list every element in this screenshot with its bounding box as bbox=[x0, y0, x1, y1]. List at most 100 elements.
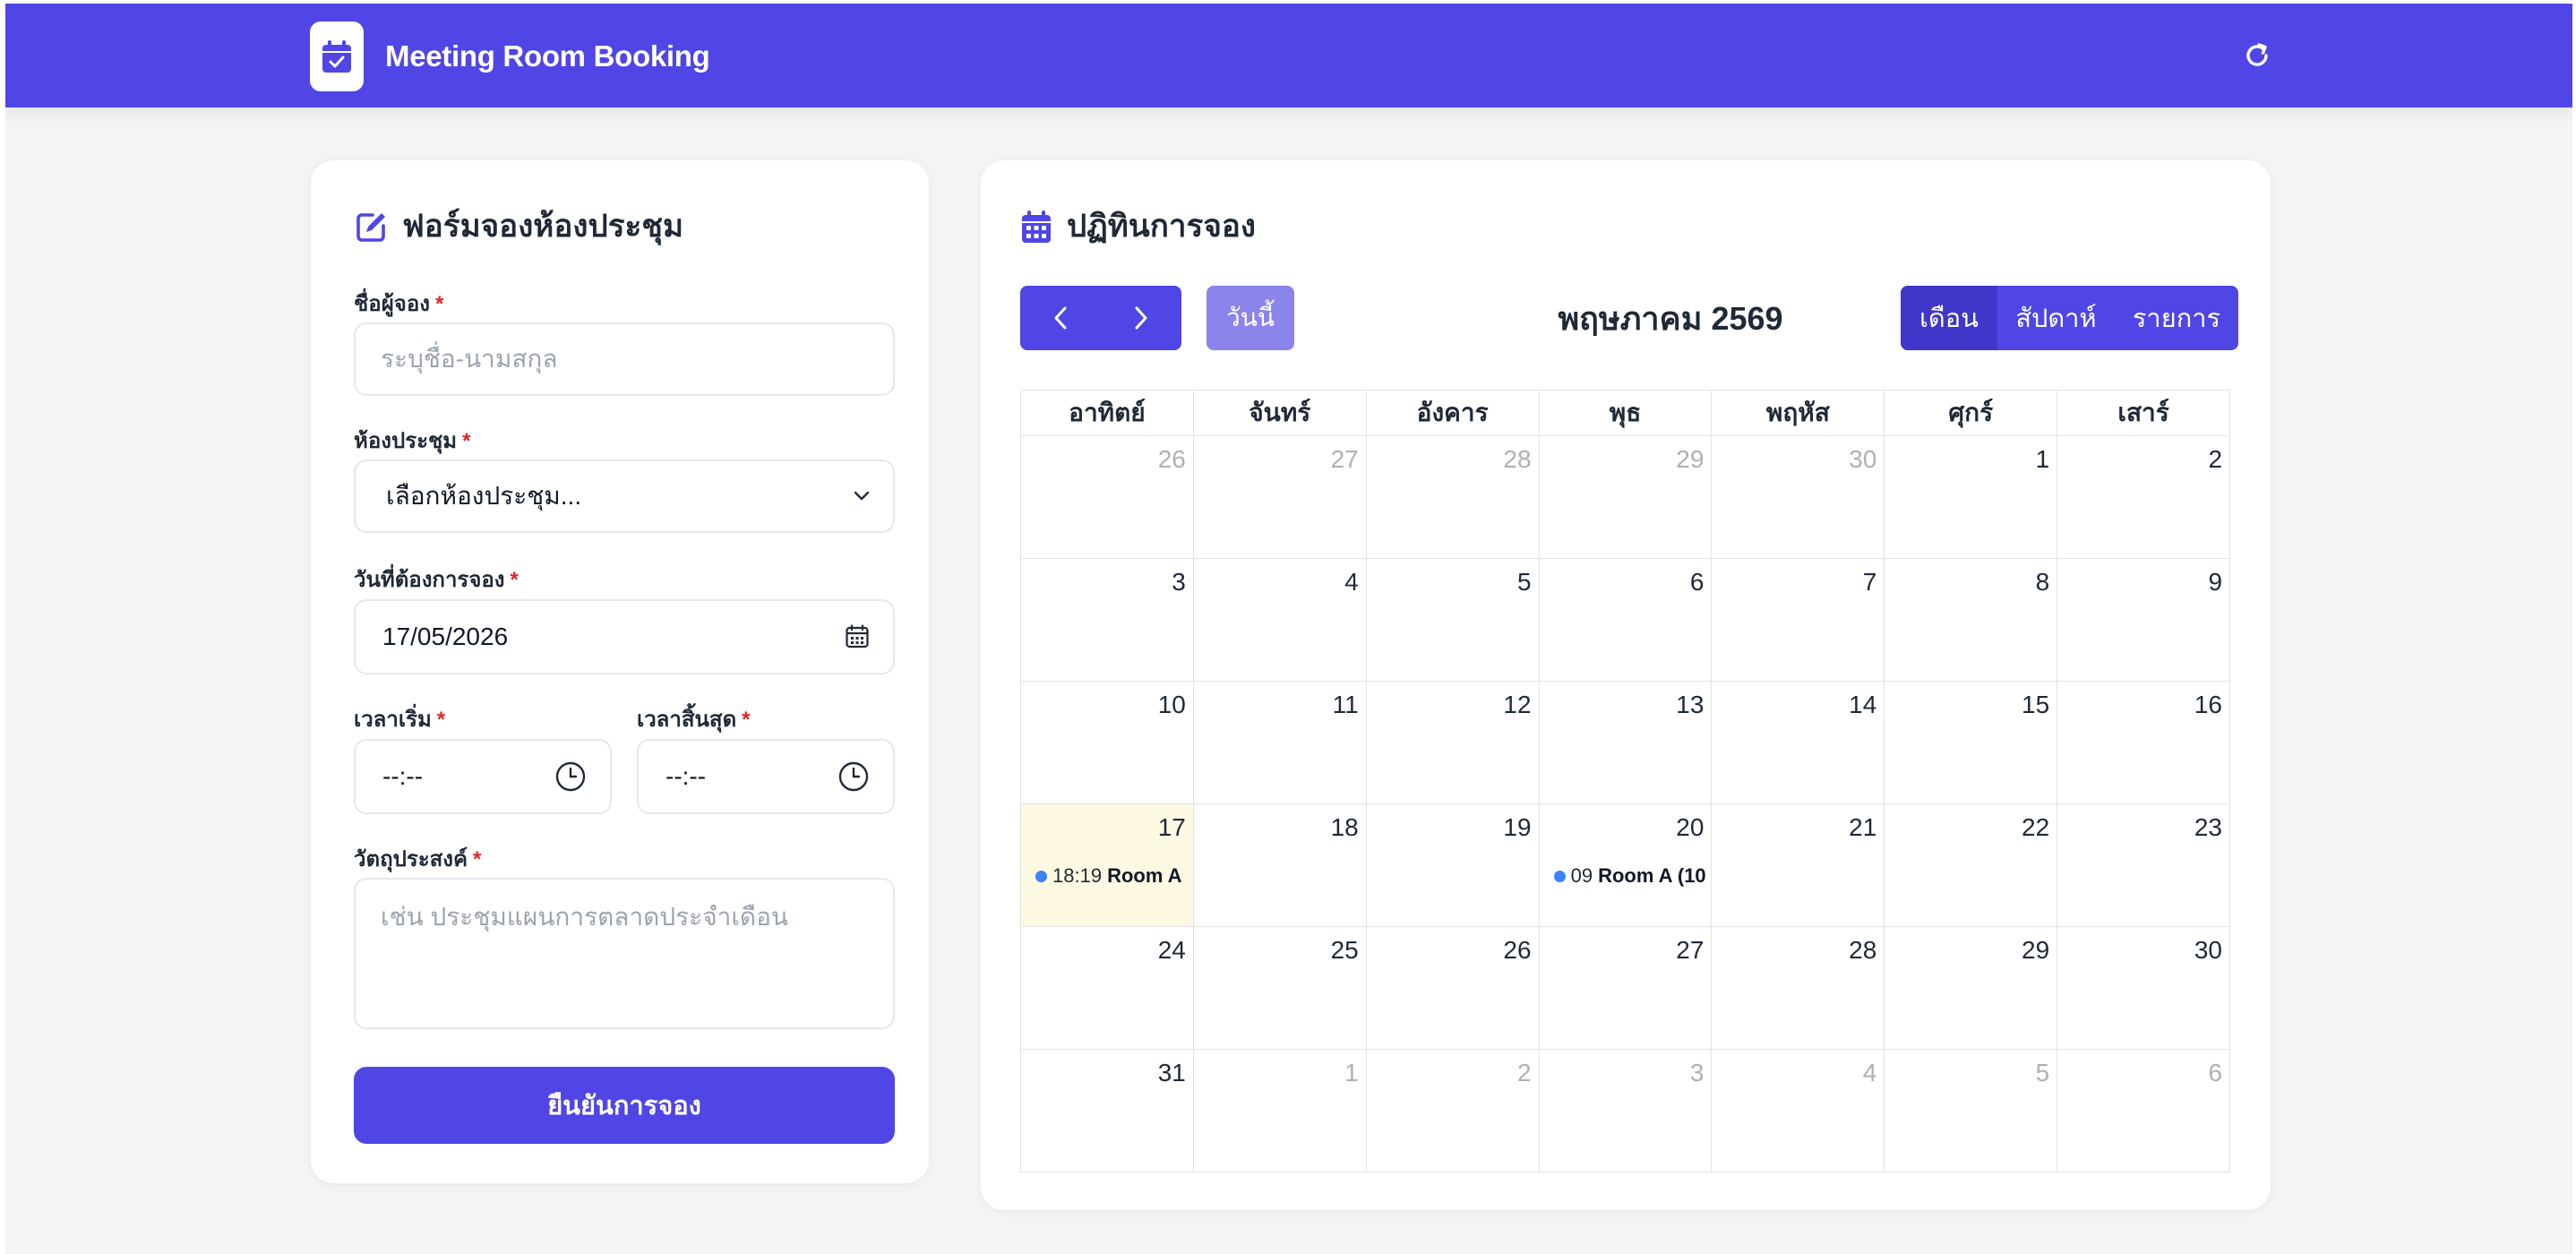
clock-icon[interactable] bbox=[554, 760, 587, 793]
day-cell[interactable]: 25 bbox=[1193, 927, 1367, 1050]
day-cell[interactable]: 8 bbox=[1885, 559, 2058, 682]
day-number: 6 bbox=[2208, 1059, 2223, 1087]
refresh-icon[interactable] bbox=[2237, 36, 2277, 75]
day-cell[interactable]: 16 bbox=[2057, 682, 2231, 804]
required-mark: * bbox=[473, 847, 482, 872]
day-number: 29 bbox=[1676, 445, 1704, 473]
start-time-label: เวลาเริ่ม * bbox=[354, 701, 445, 736]
edit-icon bbox=[354, 209, 390, 245]
room-select-value: เลือกห้องประชุม... bbox=[386, 482, 582, 510]
day-number: 2 bbox=[1517, 1059, 1532, 1087]
end-time-input[interactable]: --:-- bbox=[637, 739, 895, 814]
day-number: 30 bbox=[2194, 936, 2223, 964]
app-title: Meeting Room Booking bbox=[385, 39, 710, 73]
day-cell[interactable]: 26 bbox=[1021, 436, 1194, 559]
today-button[interactable]: วันนี้ bbox=[1206, 286, 1294, 350]
day-cell[interactable]: 3 bbox=[1539, 1050, 1713, 1172]
purpose-label: วัตถุประสงค์ * bbox=[354, 841, 481, 876]
calendar-event[interactable]: 09 Room A (10) bbox=[1553, 863, 1706, 889]
view-switcher: เดือน สัปดาห์ รายการ bbox=[1901, 286, 2238, 350]
end-time-label: เวลาสิ้นสุด * bbox=[637, 701, 751, 736]
clock-icon[interactable] bbox=[837, 760, 870, 793]
day-cell[interactable]: 29 bbox=[1539, 436, 1713, 559]
event-dot-icon bbox=[1035, 870, 1047, 882]
submit-booking-button[interactable]: ยืนยันการจอง bbox=[354, 1067, 895, 1144]
date-label-text: วันที่ต้องการจอง bbox=[354, 568, 505, 592]
day-number: 31 bbox=[1157, 1059, 1186, 1087]
day-cell[interactable]: 6 bbox=[1539, 559, 1713, 682]
booking-form-card: ฟอร์มจองห้องประชุม ชื่อผู้จอง * ระบุชื่อ-… bbox=[311, 160, 929, 1183]
start-time-input[interactable]: --:-- bbox=[354, 739, 612, 814]
day-cell[interactable]: 28 bbox=[1712, 927, 1885, 1050]
booker-name-input[interactable]: ระบุชื่อ-นามสกุล bbox=[354, 322, 895, 396]
day-cell[interactable]: 4 bbox=[1193, 559, 1367, 682]
room-label-text: ห้องประชุม bbox=[354, 429, 458, 453]
view-month-button[interactable]: เดือน bbox=[1901, 286, 1997, 350]
view-list-button[interactable]: รายการ bbox=[2115, 286, 2238, 350]
prev-month-button[interactable] bbox=[1020, 286, 1101, 350]
day-cell[interactable]: 3 bbox=[1021, 559, 1194, 682]
day-cell[interactable]: 11 bbox=[1193, 682, 1367, 804]
day-cell[interactable]: 21 bbox=[1712, 804, 1885, 927]
day-cell[interactable]: 30 bbox=[1712, 436, 1885, 559]
calendar-picker-icon[interactable] bbox=[845, 624, 870, 649]
end-time-value: --:-- bbox=[665, 762, 707, 790]
booker-label-text: ชื่อผู้จอง bbox=[354, 292, 430, 316]
day-cell[interactable]: 1 bbox=[1885, 436, 2058, 559]
event-time: 09 bbox=[1570, 864, 1593, 887]
day-cell-today[interactable]: 17 18:19Room A (10) bbox=[1021, 804, 1194, 927]
date-input[interactable]: 17/05/2026 bbox=[354, 599, 895, 674]
day-cell[interactable]: 10 bbox=[1021, 682, 1194, 804]
day-cell[interactable]: 9 bbox=[2057, 559, 2231, 682]
calendar-event[interactable]: 18:19Room A (10) bbox=[1035, 863, 1188, 889]
day-cell[interactable]: 5 bbox=[1366, 559, 1540, 682]
day-cell[interactable]: 1 bbox=[1193, 1050, 1367, 1172]
day-cell[interactable]: 24 bbox=[1021, 927, 1194, 1050]
day-cell[interactable]: 23 bbox=[2057, 804, 2231, 927]
day-cell[interactable]: 13 bbox=[1539, 682, 1713, 804]
room-select[interactable]: เลือกห้องประชุม... bbox=[354, 460, 895, 533]
form-title: ฟอร์มจองห้องประชุม bbox=[354, 202, 683, 251]
day-cell[interactable]: 30 bbox=[2057, 927, 2231, 1050]
day-cell[interactable]: 18 bbox=[1193, 804, 1367, 927]
day-cell[interactable]: 12 bbox=[1366, 682, 1540, 804]
day-cell[interactable]: 2 bbox=[1366, 1050, 1540, 1172]
day-cell[interactable]: 2 bbox=[2057, 436, 2231, 559]
day-number: 21 bbox=[1849, 813, 1877, 841]
calendar-check-icon bbox=[310, 21, 364, 91]
next-month-button[interactable] bbox=[1101, 286, 1181, 350]
day-cell[interactable]: 29 bbox=[1885, 927, 2058, 1050]
day-cell[interactable]: 27 bbox=[1193, 436, 1367, 559]
purpose-textarea[interactable]: เช่น ประชุมแผนการตลาดประจำเดือน bbox=[354, 878, 895, 1029]
week-row: 31 1 2 3 4 5 6 bbox=[1021, 1050, 2231, 1172]
day-number: 18 bbox=[1330, 813, 1359, 841]
day-number: 15 bbox=[2022, 691, 2050, 718]
day-cell[interactable]: 20 09 Room A (10) bbox=[1539, 804, 1713, 927]
event-title: Room A (10) bbox=[1598, 864, 1706, 887]
day-number: 2 bbox=[2208, 445, 2223, 473]
app-window: Meeting Room Booking ฟอร์มจองห้องประชุม … bbox=[5, 4, 2572, 1254]
day-cell[interactable]: 14 bbox=[1712, 682, 1885, 804]
day-cell[interactable]: 7 bbox=[1712, 559, 1885, 682]
required-mark: * bbox=[434, 292, 444, 316]
day-number: 29 bbox=[2022, 936, 2050, 964]
view-week-button[interactable]: สัปดาห์ bbox=[1997, 286, 2115, 350]
day-cell[interactable]: 28 bbox=[1366, 436, 1540, 559]
day-number: 28 bbox=[1849, 936, 1877, 964]
weekday-header: เสาร์ bbox=[2057, 391, 2231, 436]
day-cell[interactable]: 19 bbox=[1366, 804, 1540, 927]
date-label: วันที่ต้องการจอง * bbox=[354, 562, 519, 597]
day-number: 5 bbox=[2035, 1059, 2050, 1087]
day-cell[interactable]: 15 bbox=[1885, 682, 2058, 804]
brand[interactable]: Meeting Room Booking bbox=[310, 21, 710, 91]
day-number: 27 bbox=[1330, 445, 1359, 473]
day-cell[interactable]: 27 bbox=[1539, 927, 1713, 1050]
day-cell[interactable]: 22 bbox=[1885, 804, 2058, 927]
day-cell[interactable]: 4 bbox=[1712, 1050, 1885, 1172]
day-cell[interactable]: 5 bbox=[1885, 1050, 2058, 1172]
day-cell[interactable]: 6 bbox=[2057, 1050, 2231, 1172]
day-cell[interactable]: 31 bbox=[1021, 1050, 1194, 1172]
day-cell[interactable]: 26 bbox=[1366, 927, 1540, 1050]
weekday-header: อาทิตย์ bbox=[1021, 391, 1194, 436]
day-number: 22 bbox=[2022, 813, 2050, 841]
